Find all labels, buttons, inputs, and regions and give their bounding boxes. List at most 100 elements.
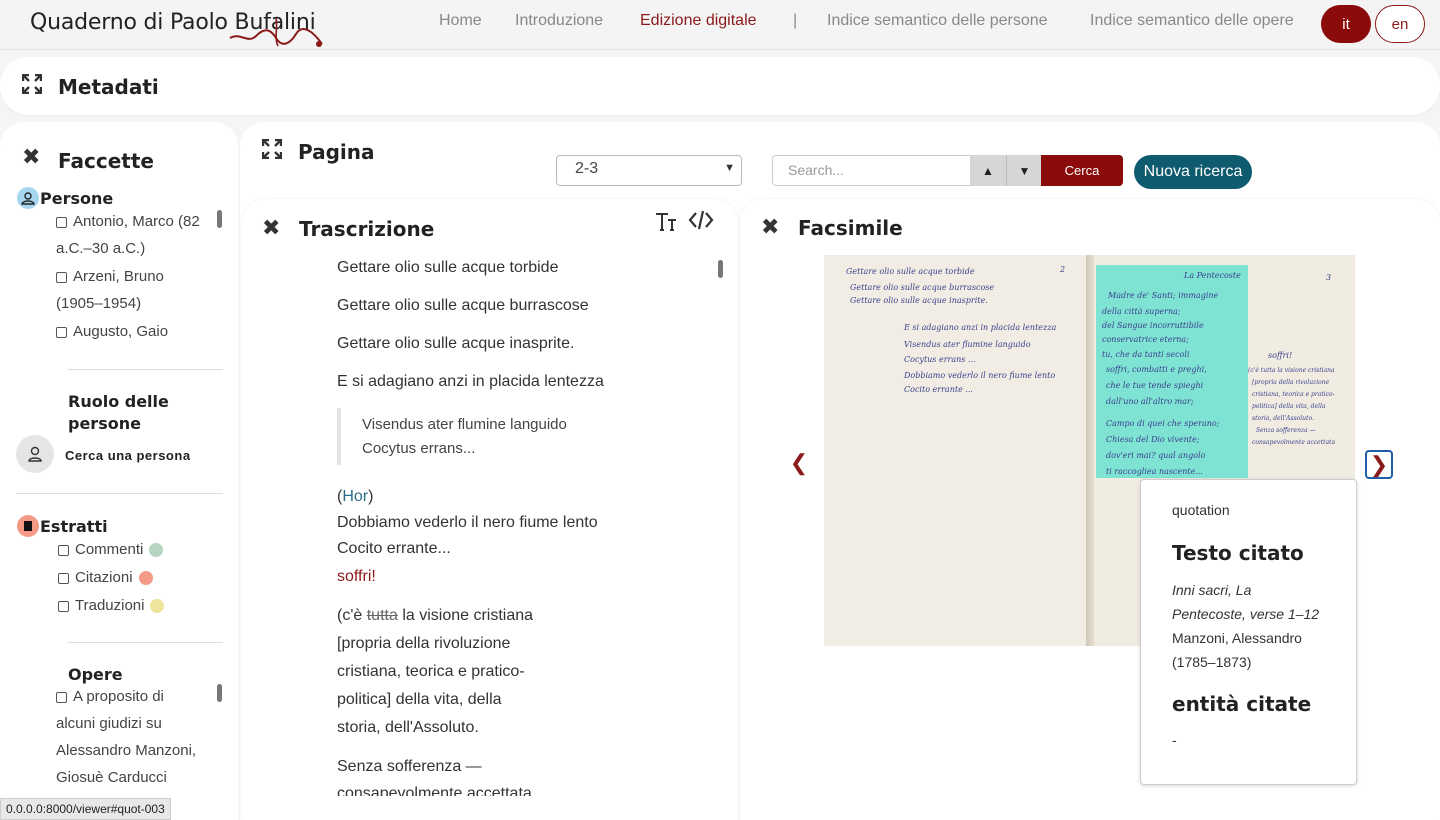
- deleted-text: tutta: [366, 607, 398, 624]
- facets-panel: ✖ Faccette Persone Antonio, Marco (82 a.C…: [0, 122, 238, 820]
- facet-persona-item[interactable]: Antonio, Marco (82 a.C.–30 a.C.): [56, 208, 216, 262]
- facet-citazioni[interactable]: Citazioni: [58, 564, 153, 591]
- lang-it-button[interactable]: it: [1321, 5, 1371, 43]
- tooltip-work: Inni sacri, La Pentecoste, verse 1–12 Ma…: [1172, 578, 1319, 674]
- checkbox[interactable]: [56, 216, 67, 228]
- transcription-line: consapevolmente accettata: [337, 785, 532, 796]
- transcription-line: politica] della vita, della: [337, 691, 502, 708]
- facet-commenti[interactable]: Commenti: [58, 536, 164, 563]
- handwriting: del Sangue incorruttibile: [1102, 321, 1204, 330]
- facet-label: Arzeni, Bruno: [73, 268, 164, 285]
- ruolo-label: persone: [68, 414, 141, 433]
- facet-persona-item[interactable]: Augusto, Gaio: [56, 318, 216, 345]
- opere-scrollbar[interactable]: [217, 684, 222, 702]
- handwriting: Gettare olio sulle acque burrascose: [850, 283, 995, 292]
- checkbox[interactable]: [56, 691, 67, 703]
- left-page: [824, 255, 1092, 646]
- handwriting: Cocytus errans ...: [904, 355, 976, 364]
- cerca-persona-link[interactable]: Cerca una persona: [65, 448, 191, 463]
- nav-indice-opere[interactable]: Indice semantico delle opere: [1090, 12, 1294, 30]
- nav-introduzione[interactable]: Introduzione: [515, 12, 603, 30]
- color-dot: [150, 599, 165, 614]
- search-input[interactable]: Search...: [772, 155, 970, 186]
- code-icon[interactable]: [688, 208, 714, 232]
- hor-link[interactable]: Hor: [342, 488, 368, 505]
- checkbox[interactable]: [56, 271, 67, 283]
- transcription-line: cristiana, teorica e pratico-: [337, 663, 525, 680]
- handwriting: Chiesa del Dio vivente;: [1106, 435, 1200, 444]
- author-dates: (1785–1873): [1172, 654, 1252, 670]
- close-icon[interactable]: ✖: [262, 215, 280, 241]
- transcription-block: (c'è tutta la visione cristiana [propria…: [337, 602, 533, 742]
- opere-heading: Opere: [68, 665, 123, 684]
- text-segment: la visione cristiana: [397, 607, 534, 624]
- ruolo-label: Ruolo delle: [68, 392, 169, 411]
- transcription-block: Senza sofferenza — consapevolmente accet…: [337, 753, 532, 796]
- author-name: Manzoni, Alessandro: [1172, 630, 1302, 646]
- page-select[interactable]: 2-3 ▼: [556, 155, 742, 186]
- prev-page-button[interactable]: ❮: [784, 448, 814, 478]
- handwriting: Cocito errante ...: [904, 385, 973, 394]
- expand-icon[interactable]: [262, 139, 282, 159]
- nav-indice-persone[interactable]: Indice semantico delle persone: [827, 12, 1048, 30]
- search-prev-button[interactable]: ▲: [970, 155, 1006, 186]
- search-placeholder: Search...: [788, 162, 845, 178]
- handwriting: Campo di quei che sperano;: [1106, 419, 1220, 428]
- transcription-line: Gettare olio sulle acque burrascose: [337, 297, 589, 314]
- facet-label: Commenti: [75, 541, 144, 558]
- handwriting: cristiana, teorica e pratico-: [1252, 391, 1335, 398]
- search-next-button[interactable]: ▼: [1006, 155, 1042, 186]
- close-icon[interactable]: ✖: [761, 214, 779, 240]
- nav-home[interactable]: Home: [439, 12, 482, 30]
- person-icon: [17, 187, 39, 209]
- handwriting: soffri, combatti e preghi,: [1106, 365, 1207, 374]
- nav-edizione-digitale[interactable]: Edizione digitale: [640, 12, 757, 30]
- handwriting: Madre de' Santi; immagine: [1108, 291, 1219, 300]
- facet-traduzioni[interactable]: Traduzioni: [58, 592, 165, 619]
- next-page-button[interactable]: ❯: [1365, 450, 1393, 479]
- chevron-down-icon: ▼: [1018, 163, 1031, 178]
- comment-highlight[interactable]: soffri!: [337, 568, 376, 586]
- top-navbar: Quaderno di Paolo Bufalini Home Introduz…: [0, 0, 1440, 50]
- status-url: 0.0.0.0:8000/viewer#quot-003: [0, 798, 171, 820]
- transcription-line: Senza sofferenza —: [337, 758, 482, 775]
- checkbox[interactable]: [56, 326, 67, 338]
- transcription-line: storia, dell'Assoluto.: [337, 719, 479, 736]
- estratti-heading: Estratti: [40, 517, 108, 536]
- color-dot: [149, 543, 164, 558]
- work-title: Inni sacri, La: [1172, 582, 1252, 598]
- facet-persona-item[interactable]: Arzeni, Bruno (1905–1954): [56, 263, 216, 317]
- user-icon: [28, 446, 42, 462]
- expand-icon[interactable]: [22, 74, 42, 94]
- divider: [16, 493, 223, 494]
- handwriting: storia, dell'Assoluto.: [1252, 415, 1314, 422]
- persone-scrollbar[interactable]: [217, 210, 222, 228]
- divider: [68, 642, 223, 643]
- quote-line: Visendus ater flumine languido: [362, 416, 567, 433]
- facet-label: A proposito di: [73, 688, 164, 705]
- trascrizione-title: Trascrizione: [299, 217, 435, 241]
- user-search-button[interactable]: [16, 435, 54, 473]
- hor-reference: (Hor): [337, 488, 373, 506]
- handwriting: E si adagiano anzi in placida lentezza: [904, 323, 1057, 332]
- checkbox[interactable]: [58, 572, 69, 584]
- close-icon[interactable]: ✖: [22, 144, 40, 170]
- facet-label: Giosuè Carducci: [56, 769, 167, 786]
- transcription-line: Dobbiamo vederlo il nero fiume lento: [337, 514, 598, 531]
- text-segment: (c'è: [337, 607, 367, 624]
- checkbox[interactable]: [58, 544, 69, 556]
- handwriting: che le tue tende spieghi: [1106, 381, 1204, 390]
- blockquote: Visendus ater flumine languido Cocytus e…: [362, 413, 567, 461]
- trascrizione-content: Gettare olio sulle acque torbide Gettare…: [242, 250, 712, 796]
- work-title: Pentecoste, verse 1–12: [1172, 606, 1320, 622]
- lang-en-button[interactable]: en: [1375, 5, 1425, 43]
- chevron-left-icon: ❮: [789, 450, 809, 475]
- cerca-button[interactable]: Cerca: [1041, 155, 1123, 186]
- facsimile-title: Facsimile: [798, 216, 903, 240]
- checkbox[interactable]: [58, 600, 69, 612]
- nuova-ricerca-button[interactable]: Nuova ricerca: [1134, 155, 1252, 189]
- color-dot: [138, 571, 153, 586]
- trascrizione-scrollbar[interactable]: [718, 260, 723, 278]
- facet-opera-item[interactable]: A proposito di alcuni giudizi su Alessan…: [56, 683, 216, 791]
- text-size-icon[interactable]: [654, 209, 678, 233]
